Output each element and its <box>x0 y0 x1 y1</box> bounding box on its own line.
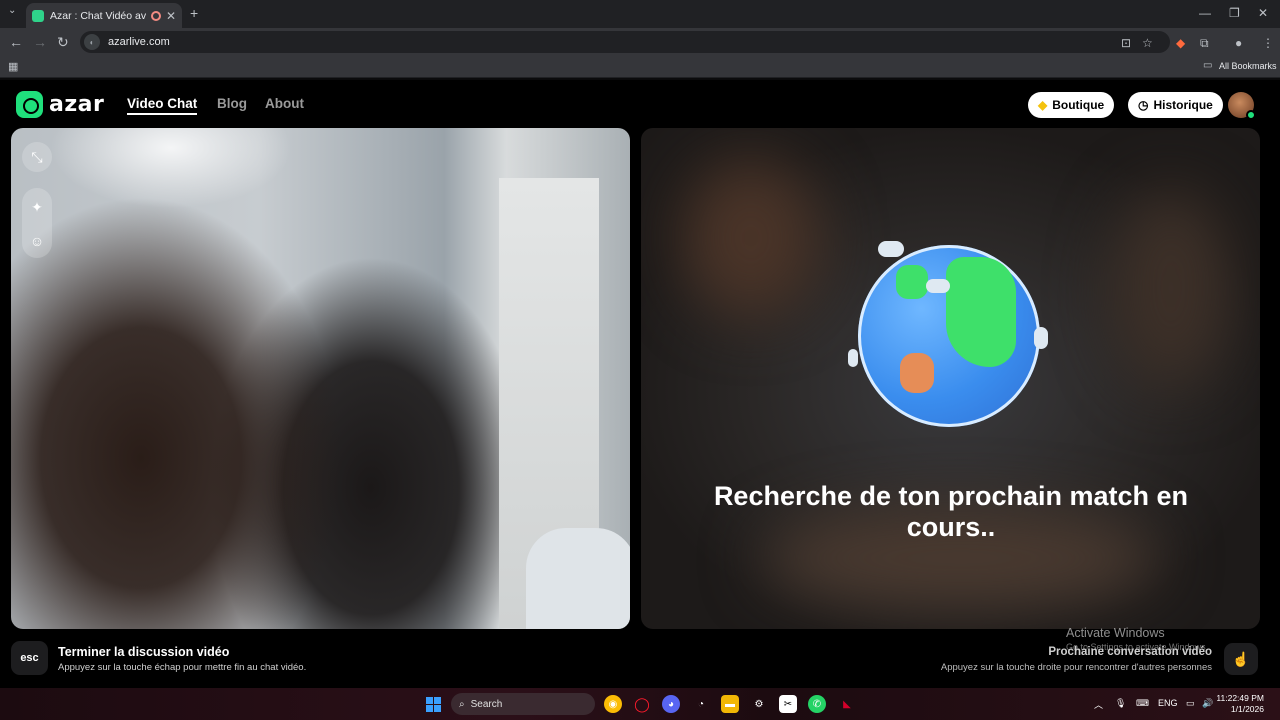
address-bar[interactable]: ◐ azarlive.com <box>80 31 1170 53</box>
discord-icon[interactable]: ◕ <box>662 695 680 713</box>
azar-page: azar Video Chat Blog About ◆ Boutique ◷ … <box>0 80 1280 688</box>
browser-tab-bar: ⌄ Azar : Chat Vidéo avec de n ✕ + — ❐ ✕ <box>0 0 1280 28</box>
forward-icon[interactable]: → <box>33 34 47 50</box>
azar-logo-icon <box>16 91 43 118</box>
site-info-icon[interactable]: ◐ <box>84 34 100 50</box>
boutique-button[interactable]: ◆ Boutique <box>1028 92 1115 118</box>
close-window-button[interactable]: ✕ <box>1258 6 1268 20</box>
globe-icon <box>848 241 1048 427</box>
clock-app-icon[interactable]: ◔ <box>692 695 710 713</box>
windows-taskbar: ⌕ Search ◉ ◯ ◕ ◔ ▬ ⚙ ✂ ✆ ◣ ︿ 🎙 ⌨ ENG ▭ 🔊… <box>0 688 1280 720</box>
tab-title: Azar : Chat Vidéo avec de n <box>50 9 146 22</box>
taskbar-search[interactable]: ⌕ Search <box>451 693 595 715</box>
recording-icon <box>150 10 161 21</box>
browser-tab[interactable]: Azar : Chat Vidéo avec de n ✕ <box>26 3 182 28</box>
user-avatar[interactable] <box>1228 92 1256 120</box>
back-icon[interactable]: ← <box>9 34 23 50</box>
globe-cloud <box>878 241 904 257</box>
extension-icon[interactable]: ◆ <box>1176 36 1185 50</box>
globe-cloud <box>848 349 858 367</box>
historique-button[interactable]: ◷ Historique <box>1128 92 1223 118</box>
bookmarks-bar: ▦ ▭ All Bookmarks <box>0 56 1280 78</box>
next-chat-title: Prochaine conversation vidéo <box>1048 646 1212 658</box>
new-tab-button[interactable]: + <box>190 5 198 21</box>
url-text: azarlive.com <box>108 36 170 48</box>
taskbar-search-label: Search <box>470 698 503 710</box>
camera-background-chair <box>526 528 630 629</box>
globe-land <box>896 265 928 299</box>
globe-desert <box>900 353 934 393</box>
match-search-view: Recherche de ton prochain match en cours… <box>641 128 1260 629</box>
online-status-dot <box>1246 110 1256 120</box>
language-indicator[interactable]: ENG <box>1158 698 1178 708</box>
extensions-puzzle-icon[interactable]: ⧉ <box>1200 36 1209 51</box>
apps-grid-icon[interactable]: ▦ <box>8 60 18 73</box>
globe-land <box>946 257 1016 367</box>
self-camera-view: ⤡ ✦ ☺ <box>11 128 630 629</box>
blur-shape <box>681 158 821 318</box>
restore-button[interactable]: ❐ <box>1229 6 1240 20</box>
face-filter-icon[interactable]: ☺ <box>22 226 52 256</box>
close-tab-icon[interactable]: ✕ <box>166 9 176 23</box>
minimize-video-icon[interactable]: ⤡ <box>22 142 52 172</box>
tray-chevron-icon[interactable]: ︿ <box>1094 698 1103 711</box>
windows-start-icon[interactable] <box>426 697 441 712</box>
reload-icon[interactable]: ↻ <box>57 34 69 51</box>
microphone-icon[interactable]: 🎙 <box>1115 698 1126 709</box>
azar-logo[interactable]: azar <box>16 91 104 118</box>
esc-key-button[interactable]: esc <box>11 641 48 675</box>
clock-time: 11:22:49 PM <box>1216 693 1264 703</box>
hand-cursor-icon: ☝ <box>1232 650 1250 667</box>
chrome-icon[interactable]: ◉ <box>604 695 622 713</box>
whatsapp-icon[interactable]: ✆ <box>808 695 826 713</box>
blur-shape <box>1111 188 1231 388</box>
globe-cloud <box>926 279 950 293</box>
search-icon: ⌕ <box>459 698 465 710</box>
volume-icon[interactable]: 🔊 <box>1202 698 1213 709</box>
capcut-icon[interactable]: ✂ <box>779 695 797 713</box>
steam-icon[interactable]: ⚙ <box>750 695 768 713</box>
taskbar-clock[interactable]: 11:22:49 PM 1/1/2026 <box>1214 693 1264 715</box>
gem-icon: ◆ <box>1038 98 1048 112</box>
globe-cloud <box>1034 327 1048 349</box>
end-chat-subtitle: Appuyez sur la touche échap pour mettre … <box>58 662 307 673</box>
logo-text: azar <box>49 92 105 117</box>
next-arrow-button[interactable]: ☝ <box>1224 643 1258 675</box>
keyboard-icon[interactable]: ⌨ <box>1136 698 1149 709</box>
opera-icon[interactable]: ◯ <box>633 695 651 713</box>
menu-kebab-icon[interactable]: ⋮ <box>1262 36 1274 50</box>
folder-icon: ▭ <box>1203 60 1213 71</box>
tab-search-icon[interactable]: ⌄ <box>8 5 16 16</box>
clock-icon: ◷ <box>1138 98 1149 112</box>
profile-icon[interactable]: ● <box>1235 36 1242 50</box>
install-app-icon[interactable]: ⊡ <box>1121 36 1131 50</box>
historique-label: Historique <box>1153 98 1213 112</box>
sparkle-effects-icon[interactable]: ✦ <box>22 192 52 222</box>
app-icon[interactable]: ◣ <box>838 695 856 713</box>
file-explorer-icon[interactable]: ▬ <box>721 695 739 713</box>
bookmark-star-icon[interactable]: ☆ <box>1142 36 1153 50</box>
nav-blog[interactable]: Blog <box>217 96 247 111</box>
activate-windows-watermark: Activate Windows <box>1066 626 1165 640</box>
browser-toolbar: ← → ↻ ◐ azarlive.com ⊡ ☆ ◆ ⧉ ● ⋮ <box>0 28 1280 56</box>
effects-toolbar: ✦ ☺ <box>22 188 52 258</box>
all-bookmarks-link[interactable]: All Bookmarks <box>1219 61 1277 71</box>
next-chat-subtitle: Appuyez sur la touche droite pour rencon… <box>940 662 1212 673</box>
network-icon[interactable]: ▭ <box>1186 698 1195 709</box>
azar-favicon-icon <box>32 9 44 22</box>
boutique-label: Boutique <box>1052 98 1105 112</box>
nav-about[interactable]: About <box>265 96 304 111</box>
match-search-status: Recherche de ton prochain match en cours… <box>713 481 1189 542</box>
clock-date: 1/1/2026 <box>1230 704 1264 714</box>
end-chat-title: Terminer la discussion vidéo <box>58 645 230 659</box>
minimize-button[interactable]: — <box>1199 6 1211 20</box>
nav-video-chat[interactable]: Video Chat <box>127 96 198 115</box>
